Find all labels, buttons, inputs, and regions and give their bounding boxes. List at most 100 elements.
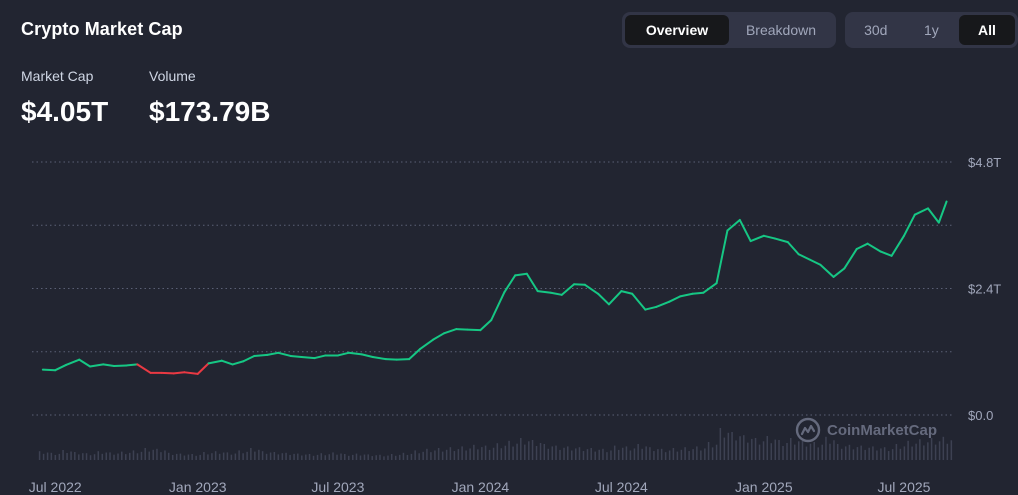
y-tick-label: $0.0 <box>968 408 993 423</box>
volume-bar <box>281 453 284 460</box>
volume-bar <box>273 452 276 460</box>
volume-bar <box>238 450 240 460</box>
volume-bar <box>504 445 507 460</box>
series-segment <box>786 241 800 256</box>
volume-bar <box>836 444 839 460</box>
series-segment <box>549 291 563 296</box>
volume-bar <box>316 454 319 460</box>
volume-bar <box>434 450 436 460</box>
volume-bar <box>128 452 131 460</box>
volume-bar <box>531 440 534 460</box>
series-segment <box>479 319 493 332</box>
volume-bar <box>363 454 366 460</box>
volume-bar <box>481 447 483 460</box>
volume-bar <box>856 447 859 460</box>
volume-bar <box>293 453 295 460</box>
series-segment <box>597 292 610 306</box>
x-tick-label: Jul 2024 <box>595 479 648 495</box>
volume-bar <box>38 451 41 460</box>
volume-bar <box>394 455 397 460</box>
volume-bar <box>899 448 902 460</box>
volume-bar <box>766 436 769 460</box>
volume-bar <box>312 455 315 460</box>
volume-bar <box>383 456 385 460</box>
volume-bar <box>89 455 92 460</box>
volume-bar <box>911 446 913 460</box>
volume-bar <box>46 452 49 460</box>
series-segment <box>466 328 482 332</box>
volume-bar <box>883 447 886 460</box>
series-segment <box>762 234 776 240</box>
volume-bar <box>74 452 76 460</box>
volume-bar <box>324 455 327 460</box>
y-axis: $0.0 $2.4T $4.8T <box>968 155 1001 423</box>
series-segment <box>89 363 105 368</box>
series-segment <box>913 207 929 216</box>
volume-bar <box>340 453 342 460</box>
volume-bar <box>488 449 491 460</box>
volume-bar <box>250 448 252 460</box>
volume-bar <box>735 440 737 460</box>
volume-bar <box>359 455 362 460</box>
volume-bar <box>559 449 561 460</box>
series-segment <box>207 359 223 365</box>
volume-bar <box>649 447 651 460</box>
series-segment <box>691 291 705 295</box>
volume-bar <box>246 451 248 460</box>
series-segment <box>313 354 327 360</box>
volume-bar <box>214 451 217 460</box>
volume-bar <box>277 454 280 460</box>
volume-bar <box>351 454 354 460</box>
volume-bar <box>516 443 518 460</box>
volume-bar <box>164 450 166 460</box>
series-segment <box>253 353 269 357</box>
series-segment <box>855 242 869 250</box>
volume-bar <box>731 432 733 460</box>
volume-bar <box>175 453 178 460</box>
volume-bar <box>58 453 61 460</box>
volume-bar <box>602 448 604 460</box>
x-tick-label: Jan 2024 <box>452 479 510 495</box>
series-segment <box>172 371 186 375</box>
volume-bar <box>860 445 862 460</box>
volume-bar <box>555 445 557 460</box>
volume-bar <box>449 447 452 460</box>
series-segment <box>620 290 634 295</box>
series-segment <box>220 359 234 366</box>
volume-bar <box>805 446 808 460</box>
volume-bar <box>390 454 393 460</box>
series-segment <box>866 242 882 253</box>
series-segment <box>560 283 576 296</box>
volume-bar <box>222 452 225 460</box>
volume-bar <box>183 455 186 460</box>
volume-bar <box>426 448 428 460</box>
series-segment <box>371 356 387 361</box>
volume-bar <box>868 447 870 460</box>
volume-bar <box>167 452 170 460</box>
volume-bar <box>211 453 213 460</box>
volume-bar <box>833 440 835 460</box>
volume-bar <box>528 441 530 460</box>
series-segment <box>289 354 303 359</box>
volume-bar <box>574 448 577 460</box>
volume-bar <box>852 449 855 460</box>
series-segment <box>726 218 741 232</box>
x-tick-label: Jan 2025 <box>735 479 793 495</box>
volume-bar <box>778 440 780 460</box>
series-segment <box>408 348 421 361</box>
volume-bar <box>437 448 440 460</box>
volume-bar <box>297 453 299 460</box>
volume-bar <box>535 446 538 460</box>
volume-bar <box>798 441 800 460</box>
series-segment <box>583 283 600 295</box>
volume-bar <box>739 436 741 460</box>
volume-bar <box>308 454 311 460</box>
volume-bar <box>610 450 612 460</box>
volume-bar <box>461 446 463 460</box>
series-segment <box>749 234 765 243</box>
series-segment <box>808 258 822 266</box>
volume-bar <box>844 446 847 460</box>
volume-bar <box>891 449 894 460</box>
series-segment <box>738 218 752 243</box>
volume-bar <box>840 448 843 460</box>
